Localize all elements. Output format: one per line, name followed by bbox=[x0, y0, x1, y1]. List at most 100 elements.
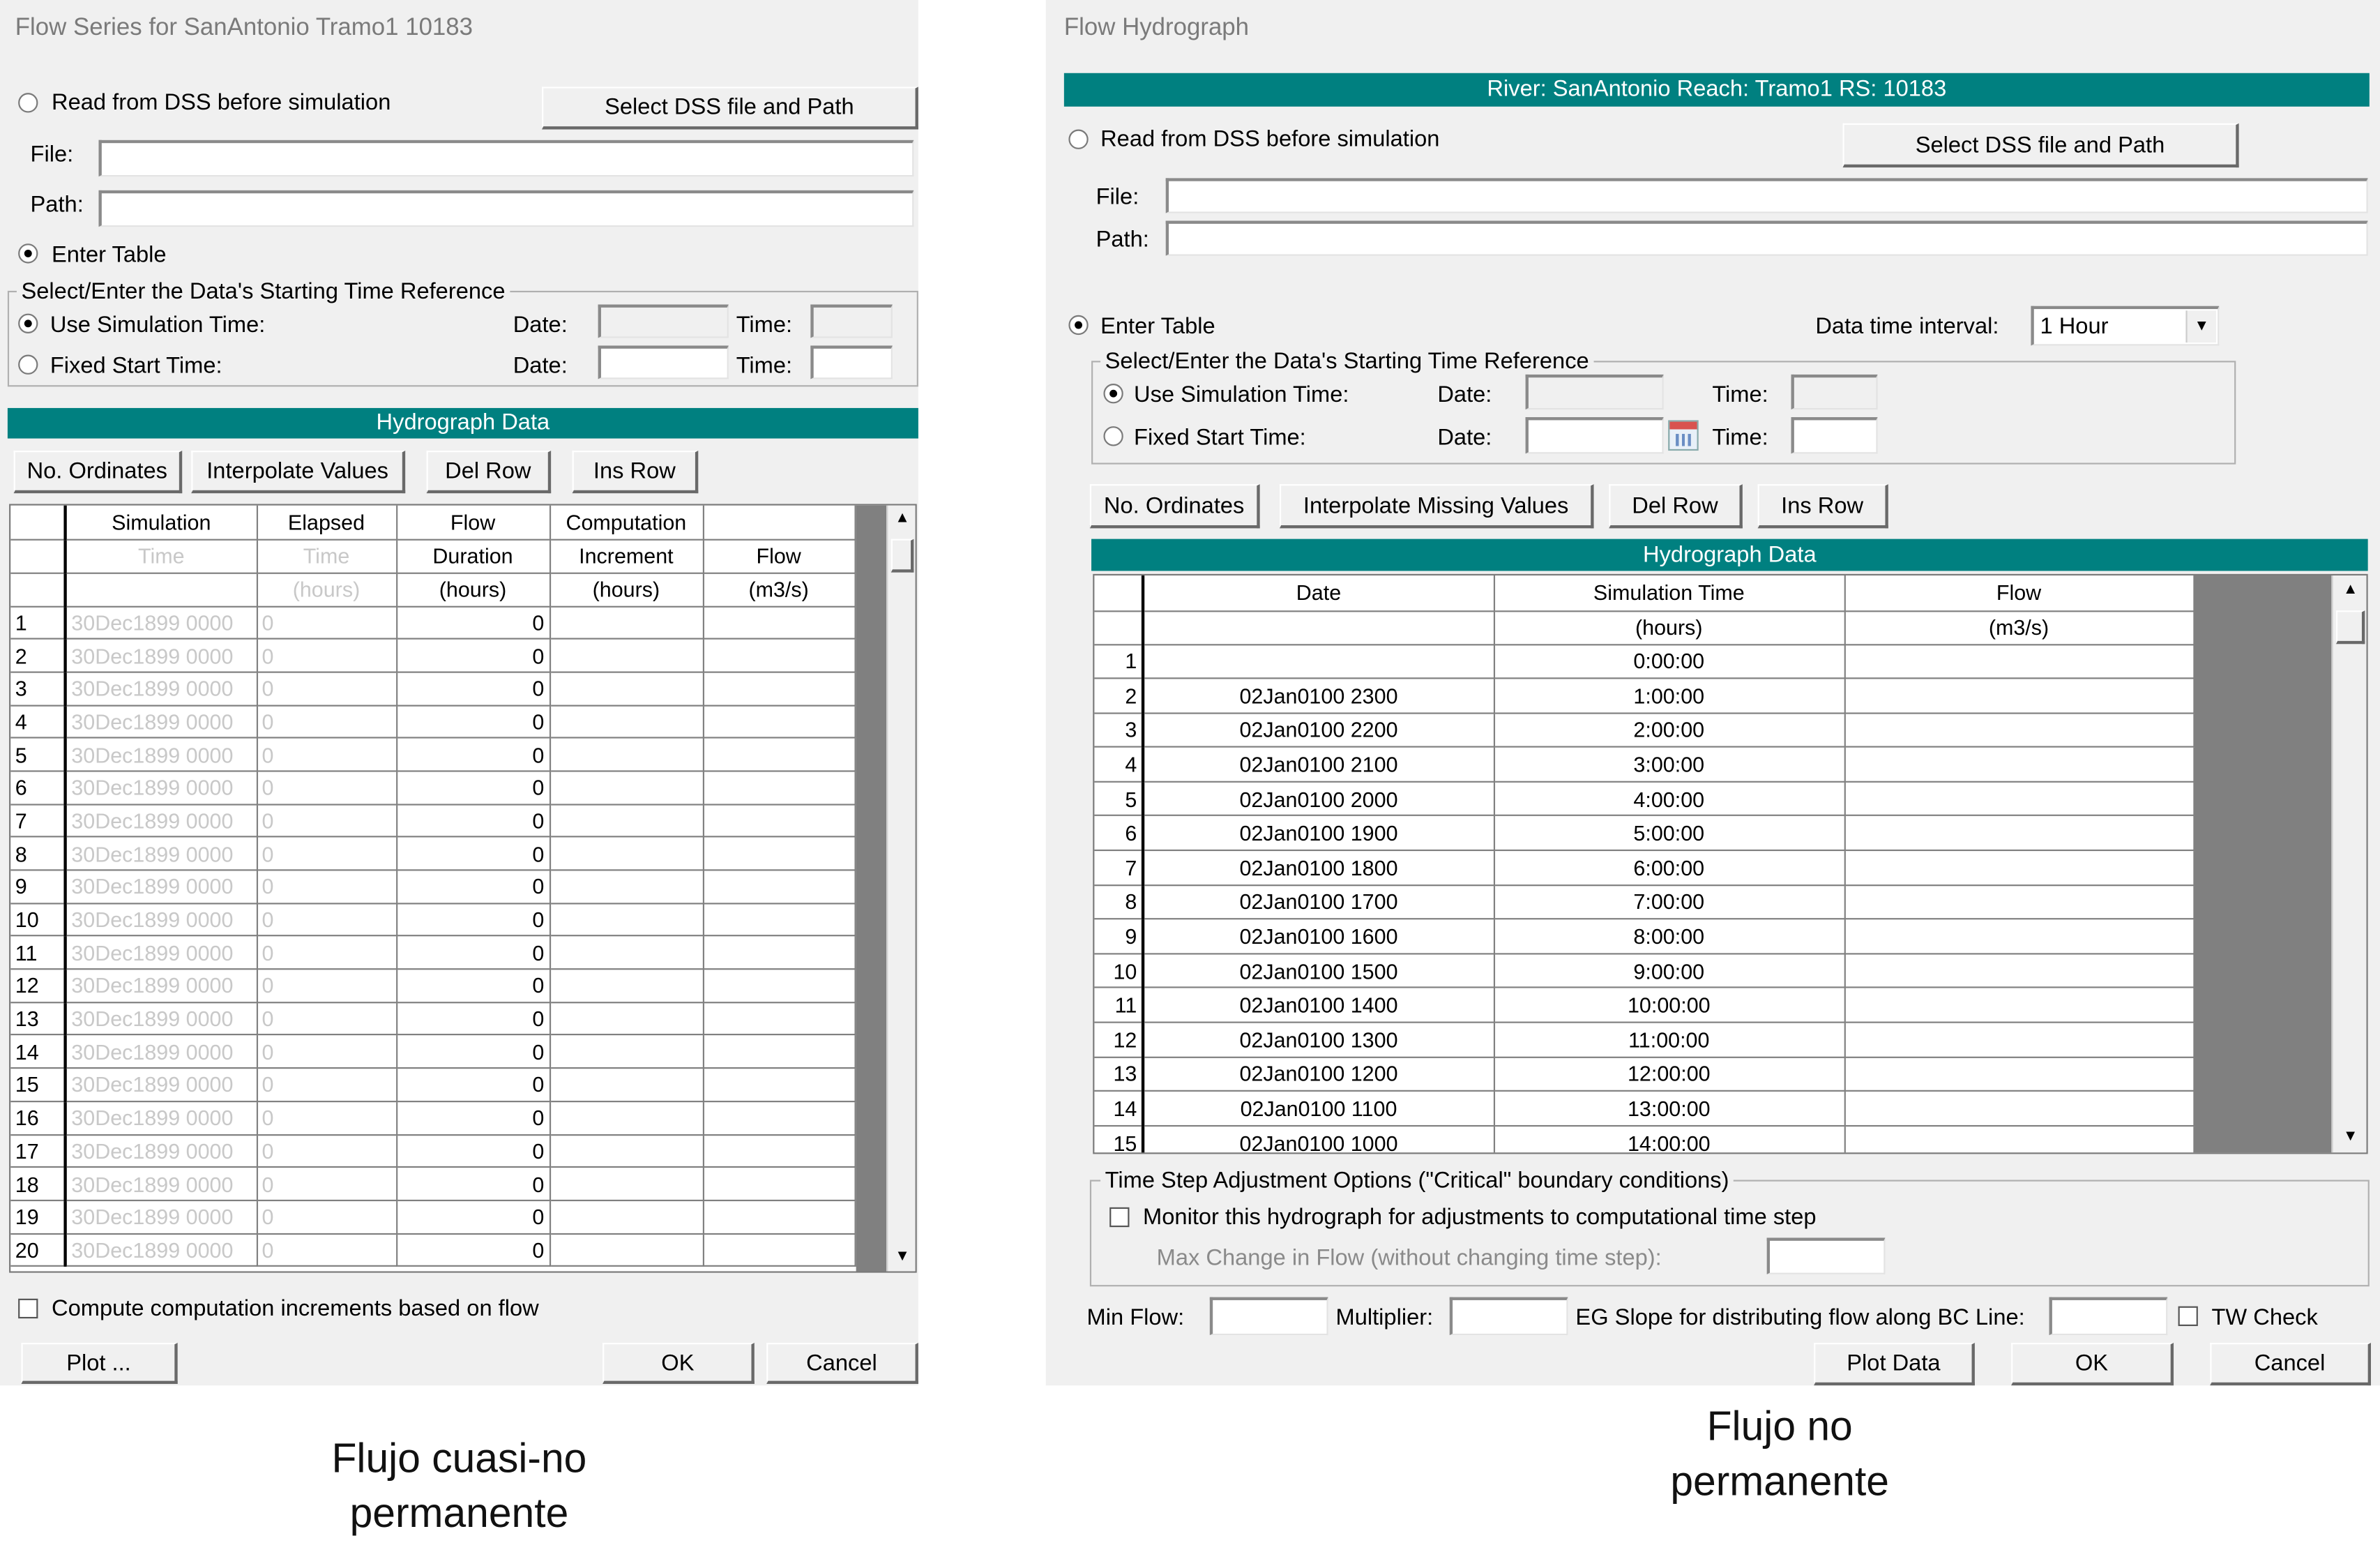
flow-duration-cell[interactable]: 0 bbox=[396, 1134, 551, 1168]
flow-cell[interactable] bbox=[702, 1101, 856, 1136]
ok-button[interactable]: OK bbox=[2011, 1343, 2174, 1386]
right-table-scrollbar[interactable]: ▲ ▼ bbox=[2331, 575, 2367, 1153]
flow-cell[interactable] bbox=[702, 672, 856, 706]
table-row[interactable]: 6 02Jan0100 1900 5:00:00 bbox=[1094, 815, 2195, 852]
cancel-button[interactable]: Cancel bbox=[2210, 1343, 2372, 1386]
computation-increment-cell[interactable] bbox=[549, 605, 704, 640]
flow-cell[interactable] bbox=[702, 1035, 856, 1069]
flow-cell[interactable] bbox=[1844, 1056, 2195, 1092]
flow-cell[interactable] bbox=[1844, 712, 2195, 748]
flow-cell[interactable] bbox=[702, 1068, 856, 1102]
table-row[interactable]: 13 02Jan0100 1200 12:00:00 bbox=[1094, 1056, 2195, 1092]
computation-increment-cell[interactable] bbox=[549, 804, 704, 838]
flow-cell[interactable] bbox=[1844, 988, 2195, 1023]
table-row[interactable]: 14 02Jan0100 1100 13:00:00 bbox=[1094, 1091, 2195, 1127]
table-row[interactable]: 19 30Dec1899 0000 0 0 bbox=[10, 1200, 856, 1235]
table-row[interactable]: 12 02Jan0100 1300 11:00:00 bbox=[1094, 1022, 2195, 1058]
flow-cell[interactable] bbox=[702, 804, 856, 838]
table-row[interactable]: 12 30Dec1899 0000 0 0 bbox=[10, 969, 856, 1003]
scroll-up-icon[interactable]: ▲ bbox=[2333, 577, 2367, 604]
del-row-button[interactable]: Del Row bbox=[1609, 484, 1743, 529]
file-field[interactable] bbox=[1165, 178, 2368, 213]
select-dss-button[interactable]: Select DSS file and Path bbox=[542, 86, 918, 130]
computation-increment-cell[interactable] bbox=[549, 771, 704, 805]
table-row[interactable]: 11 30Dec1899 0000 0 0 bbox=[10, 936, 856, 970]
flow-cell[interactable] bbox=[702, 605, 856, 640]
monitor-checkbox[interactable] bbox=[1109, 1207, 1130, 1228]
computation-increment-cell[interactable] bbox=[549, 1101, 704, 1136]
flow-duration-cell[interactable]: 0 bbox=[396, 738, 551, 772]
table-row[interactable]: 7 30Dec1899 0000 0 0 bbox=[10, 804, 856, 838]
flow-cell[interactable] bbox=[702, 639, 856, 673]
fixed-start-radio[interactable] bbox=[18, 354, 38, 375]
table-row[interactable]: 9 02Jan0100 1600 8:00:00 bbox=[1094, 919, 2195, 955]
flow-cell[interactable] bbox=[702, 903, 856, 937]
interpolate-missing-button[interactable]: Interpolate Missing Values bbox=[1279, 484, 1594, 529]
computation-increment-cell[interactable] bbox=[549, 1233, 704, 1267]
flow-cell[interactable] bbox=[702, 1167, 856, 1201]
computation-increment-cell[interactable] bbox=[549, 1035, 704, 1069]
left-table-scrollbar[interactable]: ▲ ▼ bbox=[886, 505, 916, 1272]
table-row[interactable]: 4 30Dec1899 0000 0 0 bbox=[10, 705, 856, 739]
plot-button[interactable]: Plot ... bbox=[21, 1343, 178, 1384]
computation-increment-cell[interactable] bbox=[549, 837, 704, 871]
flow-duration-cell[interactable]: 0 bbox=[396, 1167, 551, 1201]
flow-duration-cell[interactable]: 0 bbox=[396, 903, 551, 937]
computation-increment-cell[interactable] bbox=[549, 672, 704, 706]
computation-increment-cell[interactable] bbox=[549, 969, 704, 1003]
table-row[interactable]: 9 30Dec1899 0000 0 0 bbox=[10, 870, 856, 904]
flow-duration-cell[interactable]: 0 bbox=[396, 605, 551, 640]
scroll-thumb[interactable] bbox=[890, 539, 914, 573]
flow-cell[interactable] bbox=[1844, 1125, 2195, 1153]
table-row[interactable]: 11 02Jan0100 1400 10:00:00 bbox=[1094, 988, 2195, 1023]
flow-cell[interactable] bbox=[702, 936, 856, 970]
min-flow-field[interactable] bbox=[1209, 1297, 1328, 1336]
flow-duration-cell[interactable]: 0 bbox=[396, 804, 551, 838]
computation-increment-cell[interactable] bbox=[549, 738, 704, 772]
path-field[interactable] bbox=[1165, 220, 2368, 256]
path-field[interactable] bbox=[98, 190, 914, 227]
flow-cell[interactable] bbox=[1844, 919, 2195, 955]
cancel-button[interactable]: Cancel bbox=[766, 1343, 918, 1384]
computation-increment-cell[interactable] bbox=[549, 936, 704, 970]
select-dss-button[interactable]: Select DSS file and Path bbox=[1842, 123, 2239, 168]
scroll-down-icon[interactable]: ▼ bbox=[2333, 1124, 2367, 1151]
fixed-time-field[interactable] bbox=[1791, 417, 1878, 454]
no-ordinates-button[interactable]: No. Ordinates bbox=[1089, 484, 1260, 529]
fixed-time-field[interactable] bbox=[810, 345, 893, 379]
del-row-button[interactable]: Del Row bbox=[426, 451, 552, 494]
computation-increment-cell[interactable] bbox=[549, 1200, 704, 1235]
fixed-date-field[interactable] bbox=[1525, 417, 1664, 454]
computation-increment-cell[interactable] bbox=[549, 705, 704, 739]
scroll-thumb[interactable] bbox=[2335, 610, 2365, 645]
flow-cell[interactable] bbox=[702, 870, 856, 904]
flow-cell[interactable] bbox=[1844, 644, 2195, 679]
chevron-down-icon[interactable]: ▼ bbox=[2185, 310, 2216, 343]
computation-increment-cell[interactable] bbox=[549, 1167, 704, 1201]
table-row[interactable]: 6 30Dec1899 0000 0 0 bbox=[10, 771, 856, 805]
flow-duration-cell[interactable]: 0 bbox=[396, 837, 551, 871]
computation-increment-cell[interactable] bbox=[549, 1068, 704, 1102]
table-row[interactable]: 5 02Jan0100 2000 4:00:00 bbox=[1094, 781, 2195, 817]
multiplier-field[interactable] bbox=[1449, 1297, 1568, 1336]
flow-duration-cell[interactable]: 0 bbox=[396, 705, 551, 739]
ins-row-button[interactable]: Ins Row bbox=[572, 451, 699, 494]
computation-increment-cell[interactable] bbox=[549, 1134, 704, 1168]
use-sim-time-radio[interactable] bbox=[18, 313, 38, 333]
read-dss-radio[interactable] bbox=[18, 93, 38, 113]
table-row[interactable]: 1 0:00:00 bbox=[1094, 644, 2195, 679]
table-row[interactable]: 17 30Dec1899 0000 0 0 bbox=[10, 1134, 856, 1168]
flow-cell[interactable] bbox=[702, 969, 856, 1003]
computation-increment-cell[interactable] bbox=[549, 1002, 704, 1037]
table-row[interactable]: 2 30Dec1899 0000 0 0 bbox=[10, 639, 856, 673]
flow-cell[interactable] bbox=[1844, 850, 2195, 886]
scroll-up-icon[interactable]: ▲ bbox=[888, 506, 915, 533]
flow-duration-cell[interactable]: 0 bbox=[396, 1035, 551, 1069]
flow-duration-cell[interactable]: 0 bbox=[396, 1002, 551, 1037]
flow-cell[interactable] bbox=[1844, 954, 2195, 989]
read-dss-radio[interactable] bbox=[1068, 129, 1089, 149]
table-row[interactable]: 7 02Jan0100 1800 6:00:00 bbox=[1094, 850, 2195, 886]
table-row[interactable]: 20 30Dec1899 0000 0 0 bbox=[10, 1233, 856, 1267]
table-row[interactable]: 10 30Dec1899 0000 0 0 bbox=[10, 903, 856, 937]
flow-cell[interactable] bbox=[1844, 678, 2195, 714]
